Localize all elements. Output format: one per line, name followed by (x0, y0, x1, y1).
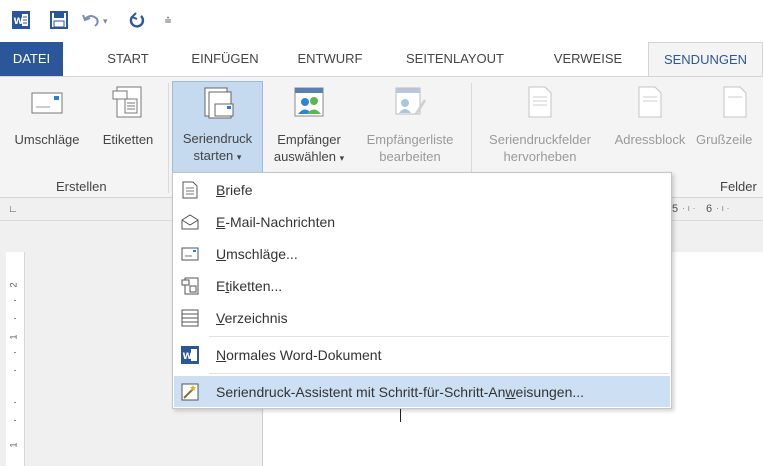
undo-icon[interactable]: ▾ (80, 9, 116, 31)
labels-icon (180, 276, 200, 296)
group-label-erstellen: Erstellen (56, 179, 107, 194)
svg-text:▾: ▾ (103, 16, 108, 26)
menu-item-label: Etiketten... (216, 277, 283, 294)
menu-separator (209, 336, 669, 337)
group-separator (168, 83, 169, 193)
umschlaege-button[interactable]: Umschläge (6, 85, 88, 165)
menu-item-label: Umschläge... (216, 245, 298, 262)
etiketten-button[interactable]: Etiketten (92, 85, 164, 165)
text-cursor (400, 408, 401, 422)
address-block-icon (638, 86, 662, 118)
highlight-fields-icon (528, 86, 552, 118)
tab-seitenlayout[interactable]: SEITENLAYOUT (390, 42, 520, 76)
word-icon: W (180, 345, 200, 365)
mail-merge-start-icon (204, 87, 233, 119)
quick-access-toolbar: W ▾ ⩮ (0, 0, 763, 42)
greeting-line-icon (723, 86, 747, 118)
menu-separator (209, 373, 669, 374)
tab-entwurf[interactable]: ENTWURF (285, 42, 375, 76)
tab-sendungen[interactable]: SENDUNGEN (648, 42, 763, 77)
menu-item-verzeichnis[interactable]: Verzeichnis (174, 302, 670, 333)
tab-selector-icon[interactable]: ∟ (8, 204, 18, 215)
menu-item-normales-dokument[interactable]: W Normales Word-Dokument (174, 339, 670, 370)
labels-icon (112, 86, 142, 118)
recipients-icon (294, 87, 324, 117)
ruler-number: 2 (8, 282, 19, 288)
envelope-icon (31, 92, 63, 114)
email-icon (180, 212, 200, 232)
menu-item-email[interactable]: E-Mail-Nachrichten (174, 206, 670, 237)
tab-datei[interactable]: DATEI (0, 42, 63, 76)
menu-item-label: Verzeichnis (216, 309, 288, 326)
empfaengerliste-bearbeiten-button[interactable]: Empfängerliste bearbeiten (354, 85, 466, 173)
menu-item-etiketten[interactable]: Etiketten... (174, 270, 670, 301)
tab-start[interactable]: START (91, 42, 165, 76)
redo-icon[interactable] (124, 9, 150, 31)
menu-item-label: Seriendruck-Assistent mit Schritt-für-Sc… (216, 383, 585, 400)
ruler-ticks: · ı · (716, 203, 730, 213)
directory-icon (180, 308, 200, 328)
ruler-ticks: · ı · (682, 203, 696, 213)
menu-item-briefe[interactable]: Briefe (174, 174, 670, 205)
ruler-number: 1 (8, 442, 19, 448)
menu-item-label: E-Mail-Nachrichten (216, 213, 336, 230)
empfaenger-auswaehlen-button[interactable]: Empfänger auswählen ▾ (264, 85, 354, 173)
menu-item-label: Normales Word-Dokument (216, 346, 382, 363)
grusszeile-button[interactable]: Grußzeile (696, 85, 763, 173)
seriendruck-starten-menu: Briefe E-Mail-Nachrichten Umschläge... E… (172, 172, 672, 409)
svg-text:W: W (14, 17, 24, 27)
ribbon-tabs: DATEI START EINFÜGEN ENTWURF SEITENLAYOU… (0, 42, 763, 77)
letter-icon (180, 180, 200, 200)
wizard-icon (180, 382, 200, 402)
group-label-felder: Felder (720, 179, 757, 194)
word-icon[interactable]: W (10, 9, 32, 31)
save-icon[interactable] (48, 9, 70, 31)
svg-text:W: W (183, 352, 193, 362)
seriendruck-starten-button[interactable]: Seriendruck starten ▾ (172, 81, 263, 173)
ruler-number: 5 (672, 203, 679, 215)
edit-recipients-icon (395, 87, 426, 115)
tab-verweise[interactable]: VERWEISE (540, 42, 636, 76)
customize-qat-icon[interactable]: ⩮ (160, 9, 176, 31)
adressblock-button[interactable]: Adressblock (606, 85, 694, 173)
tab-einfuegen[interactable]: EINFÜGEN (175, 42, 275, 76)
seriendruckfelder-hervorheben-button[interactable]: Seriendruckfelder hervorheben (474, 85, 606, 173)
ruler-number: 6 (706, 203, 713, 215)
vertical-ruler: 2 1 1 (6, 252, 25, 466)
menu-item-umschlaege[interactable]: Umschläge... (174, 238, 670, 269)
envelope-icon (180, 244, 200, 264)
menu-item-label: Briefe (216, 181, 253, 198)
menu-item-assistent[interactable]: Seriendruck-Assistent mit Schritt-für-Sc… (174, 376, 670, 407)
ruler-number: 1 (8, 334, 19, 340)
